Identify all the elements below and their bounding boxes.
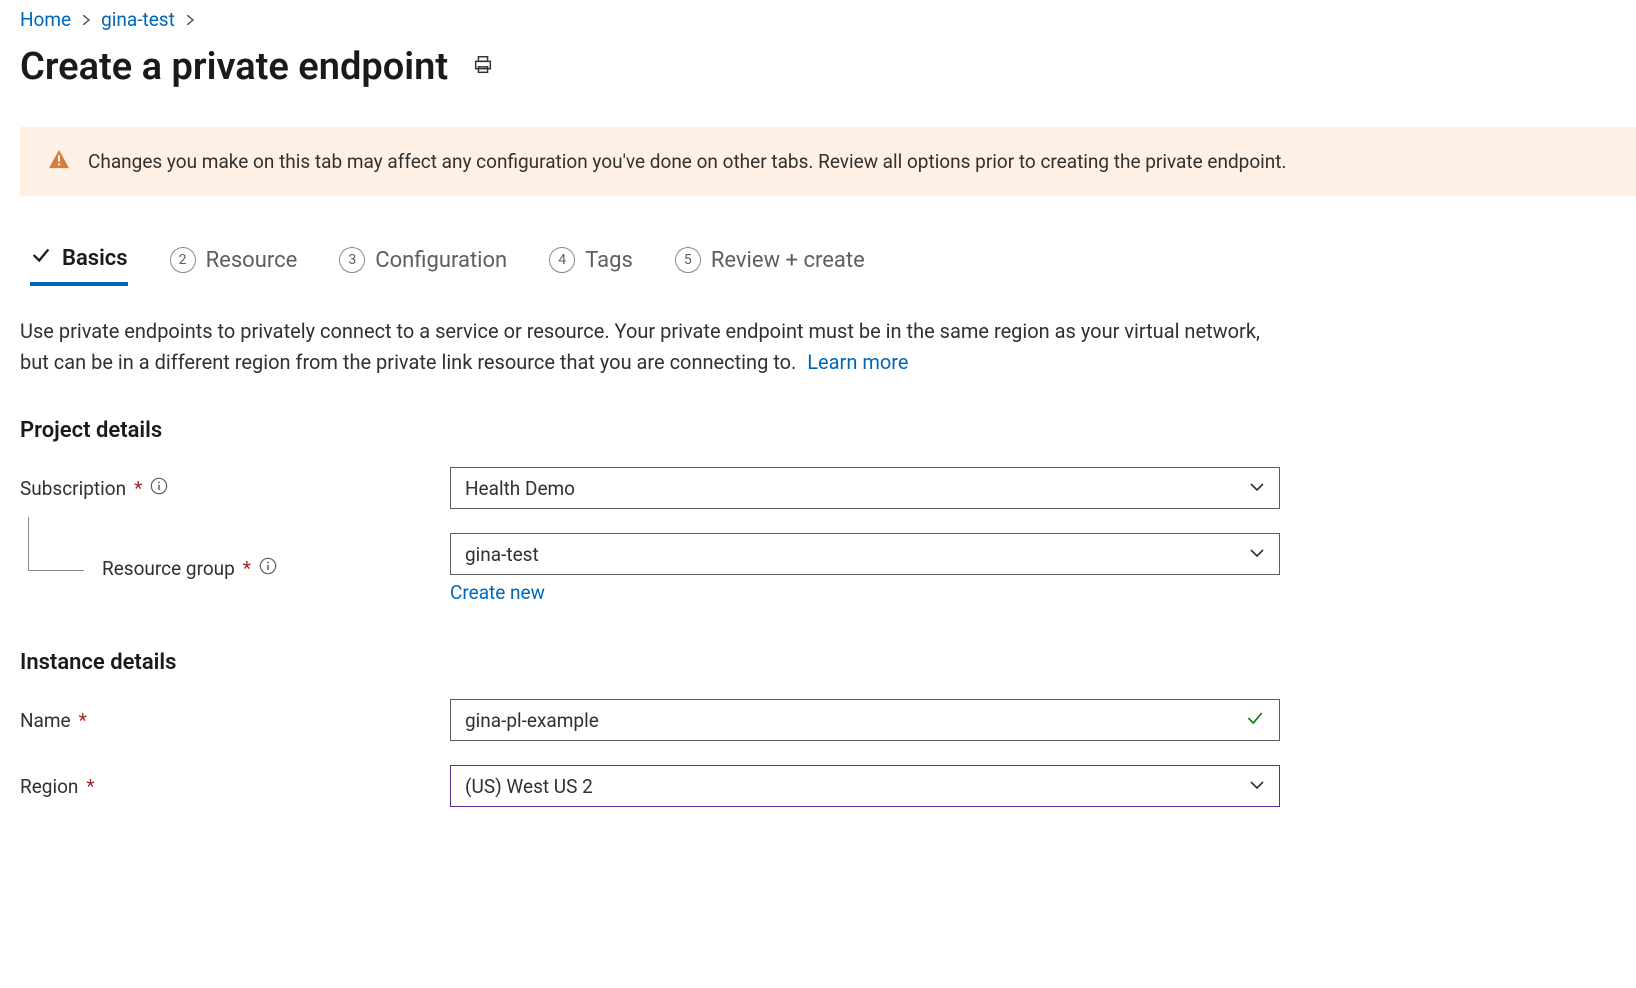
hierarchy-line — [28, 517, 84, 571]
warning-icon — [48, 149, 70, 174]
resource-group-value: gina-test — [465, 543, 539, 566]
tab-tags-label: Tags — [585, 248, 633, 273]
page-title: Create a private endpoint — [20, 45, 448, 89]
subscription-label: Subscription — [20, 477, 126, 500]
valid-check-icon — [1245, 708, 1265, 733]
subscription-select[interactable]: Health Demo — [450, 467, 1280, 509]
tab-tags[interactable]: 4 Tags — [549, 247, 633, 283]
chevron-right-icon — [81, 10, 91, 29]
name-value: gina-pl-example — [465, 709, 599, 732]
chevron-down-icon — [1249, 543, 1265, 566]
step-2-icon: 2 — [170, 247, 196, 273]
required-asterisk: * — [86, 775, 94, 798]
check-icon — [30, 244, 52, 272]
tab-basics-label: Basics — [62, 246, 128, 271]
info-icon[interactable] — [259, 557, 277, 580]
wizard-tabs: Basics 2 Resource 3 Configuration 4 Tags… — [20, 244, 1636, 286]
name-label: Name — [20, 709, 71, 732]
subscription-value: Health Demo — [465, 477, 575, 500]
tab-resource-label: Resource — [206, 248, 298, 273]
learn-more-link[interactable]: Learn more — [807, 350, 908, 374]
chevron-down-icon — [1249, 477, 1265, 500]
tab-configuration[interactable]: 3 Configuration — [339, 247, 507, 283]
name-input[interactable]: gina-pl-example — [450, 699, 1280, 741]
step-3-icon: 3 — [339, 247, 365, 273]
step-5-icon: 5 — [675, 247, 701, 273]
notice-text: Changes you make on this tab may affect … — [88, 150, 1287, 173]
chevron-right-icon — [185, 10, 195, 29]
instance-details-heading: Instance details — [20, 650, 1636, 675]
create-new-link[interactable]: Create new — [450, 581, 545, 604]
tab-review-label: Review + create — [711, 248, 865, 273]
notice-banner: Changes you make on this tab may affect … — [20, 127, 1636, 196]
region-label: Region — [20, 775, 78, 798]
intro-body: Use private endpoints to privately conne… — [20, 319, 1260, 374]
project-details-heading: Project details — [20, 418, 1636, 443]
region-select[interactable]: (US) West US 2 — [450, 765, 1280, 807]
resource-group-label: Resource group — [102, 557, 235, 580]
breadcrumb: Home gina-test — [20, 0, 1636, 45]
region-value: (US) West US 2 — [465, 775, 593, 798]
chevron-down-icon — [1249, 775, 1265, 798]
print-icon[interactable] — [472, 54, 494, 81]
required-asterisk: * — [134, 477, 142, 500]
resource-group-select[interactable]: gina-test — [450, 533, 1280, 575]
tab-configuration-label: Configuration — [375, 248, 507, 273]
breadcrumb-home[interactable]: Home — [20, 8, 71, 31]
required-asterisk: * — [79, 709, 87, 732]
intro-text: Use private endpoints to privately conne… — [20, 316, 1260, 378]
tab-review[interactable]: 5 Review + create — [675, 247, 865, 283]
info-icon[interactable] — [150, 477, 168, 500]
breadcrumb-project[interactable]: gina-test — [101, 8, 175, 31]
tab-basics[interactable]: Basics — [30, 244, 128, 286]
required-asterisk: * — [243, 557, 251, 580]
step-4-icon: 4 — [549, 247, 575, 273]
tab-resource[interactable]: 2 Resource — [170, 247, 298, 283]
